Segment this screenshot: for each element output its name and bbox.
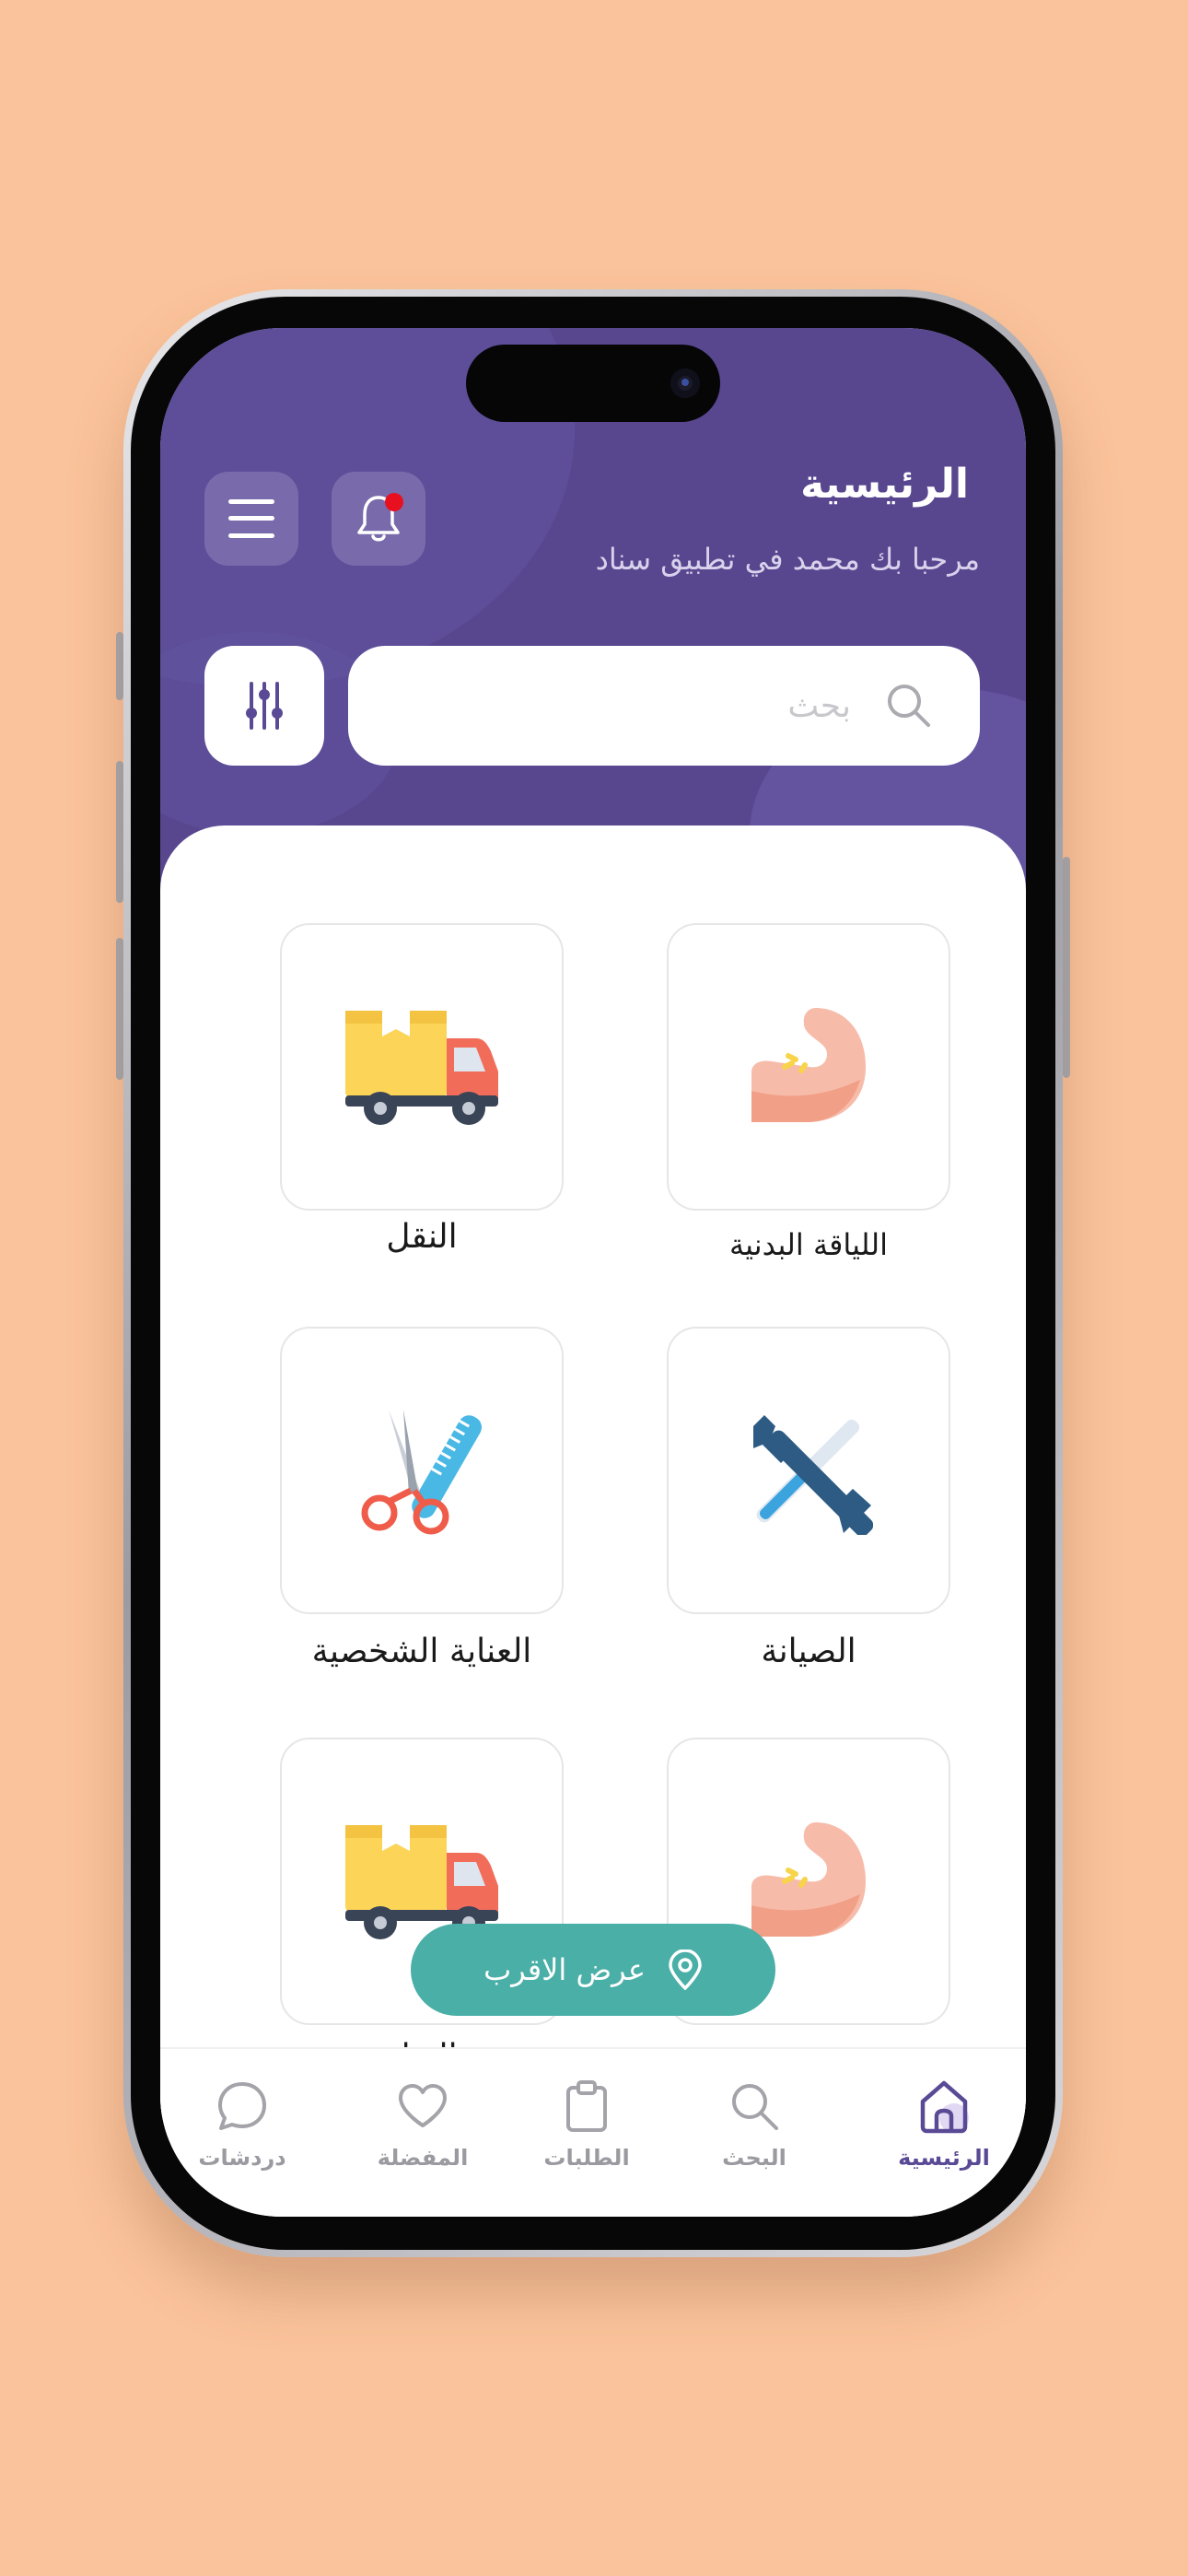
delivery-truck-icon <box>345 1011 498 1125</box>
location-pin-icon <box>669 1950 702 1990</box>
category-label-maintenance: الصيانة <box>761 1633 856 1670</box>
show-nearest-label: عرض الاقرب <box>483 1952 646 1987</box>
app-screen: الرئيسية مرحبا بك محمد في تطبيق سناد بحث… <box>160 328 1026 2217</box>
categories-panel: اللياقة البدنية النقل الصيانة العناية ال… <box>160 825 1026 2115</box>
tab-favorites-label: المفضلة <box>377 2145 469 2171</box>
clipboard-icon <box>566 2080 607 2132</box>
category-card-transport[interactable] <box>280 923 564 1211</box>
tab-chats[interactable]: دردشات <box>173 2071 311 2171</box>
hamburger-menu-icon <box>228 499 274 538</box>
category-card-maintenance[interactable] <box>667 1327 950 1614</box>
filter-button[interactable] <box>204 646 324 766</box>
search-icon <box>732 2084 778 2130</box>
category-label-fitness: اللياقة البدنية <box>728 1227 889 1262</box>
muscle-arm-icon <box>751 1822 866 1937</box>
front-camera <box>670 369 700 398</box>
page-title: الرئيسية <box>800 461 969 508</box>
category-label-personal-care: العناية الشخصية <box>311 1633 532 1670</box>
tab-search[interactable]: البحث <box>685 2071 823 2171</box>
power-button <box>1063 857 1070 1078</box>
tab-orders-label: الطلبات <box>543 2145 630 2171</box>
muscle-arm-icon <box>751 1008 866 1122</box>
sliders-filter-icon <box>246 682 283 730</box>
silent-switch <box>116 632 123 700</box>
search-input[interactable] <box>464 681 851 731</box>
show-nearest-button[interactable]: عرض الاقرب <box>411 1924 775 2016</box>
bottom-tab-bar: الرئيسية البحث الطلبات المفضلة دردشات <box>160 2047 1026 2217</box>
menu-button[interactable] <box>204 472 298 566</box>
category-label-transport: النقل <box>386 1218 458 1256</box>
notifications-button[interactable] <box>332 472 425 566</box>
tab-home[interactable]: الرئيسية <box>875 2071 1013 2171</box>
search-icon <box>888 685 930 727</box>
dynamic-island <box>466 345 720 422</box>
home-icon <box>920 2080 969 2134</box>
volume-up-button <box>116 761 123 903</box>
wrench-screwdriver-icon <box>753 1415 873 1535</box>
category-card-personal-care[interactable] <box>280 1327 564 1614</box>
category-card-fitness[interactable] <box>667 923 950 1211</box>
notification-badge-dot <box>385 493 403 511</box>
chat-bubble-icon <box>218 2082 266 2130</box>
tab-search-label: البحث <box>722 2145 786 2171</box>
search-bar[interactable] <box>348 646 980 766</box>
tab-home-label: الرئيسية <box>898 2145 990 2171</box>
welcome-message: مرحبا بك محمد في تطبيق سناد <box>595 542 980 577</box>
tab-orders[interactable]: الطلبات <box>518 2071 656 2171</box>
tab-chats-label: دردشات <box>198 2145 286 2171</box>
volume-down-button <box>116 938 123 1080</box>
heart-icon <box>399 2084 447 2127</box>
scissors-comb-icon <box>361 1410 482 1535</box>
tab-favorites[interactable]: المفضلة <box>354 2071 492 2171</box>
